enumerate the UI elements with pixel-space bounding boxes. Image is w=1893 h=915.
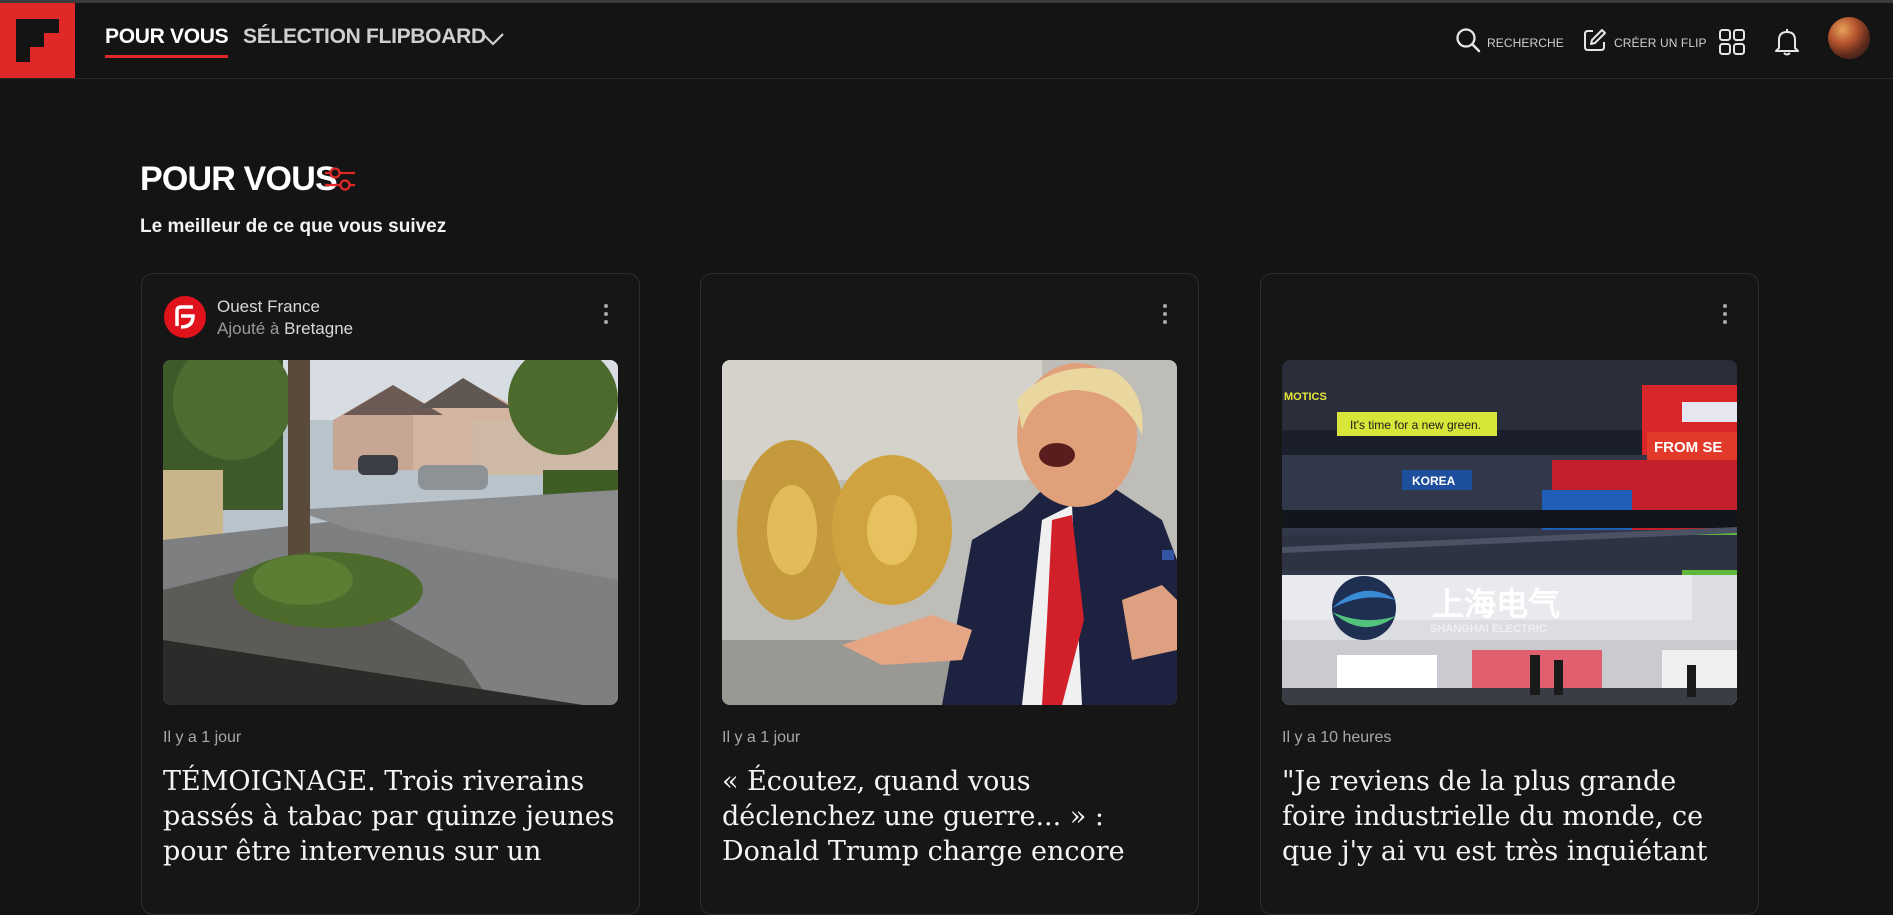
image-motics-text: MOTICS (1284, 391, 1327, 403)
tab-pour-vous[interactable]: POUR VOUS (105, 25, 229, 58)
timestamp: Il y a 1 jour (722, 729, 801, 746)
image-from-text: FROM SE (1654, 439, 1722, 456)
image-shanghai-en-text: SHANGHAI ELECTRIC (1430, 623, 1547, 635)
bell-icon[interactable] (1773, 27, 1801, 57)
image-shanghai-cn-text: 上海电气 (1432, 586, 1560, 622)
chevron-down-icon[interactable] (481, 31, 505, 52)
top-navigation-bar: POUR VOUS SÉLECTION FLIPBOARD RECHERCHE … (0, 3, 1893, 79)
article-card[interactable]: Ouest France Ajouté à Bretagne Il y a 1 … (141, 273, 640, 915)
article-headline[interactable]: « Écoutez, quand vous déclenchez une gue… (722, 764, 1177, 869)
filter-settings-icon[interactable] (323, 164, 357, 199)
search-icon (1455, 27, 1481, 58)
article-image[interactable] (722, 360, 1177, 705)
grid-icon[interactable] (1718, 28, 1746, 56)
image-banner-text: It's time for a new green. (1350, 418, 1481, 432)
article-image[interactable]: It's time for a new green. MOTICS FROM S… (1282, 360, 1737, 705)
timestamp: Il y a 1 jour (163, 729, 242, 746)
page-subtitle: Le meilleur de ce que vous suivez (140, 216, 447, 237)
source-name[interactable]: Ouest France (217, 297, 320, 317)
ouest-france-logo-icon[interactable] (164, 296, 206, 338)
more-options-icon[interactable] (1162, 304, 1168, 328)
create-flip-button[interactable]: CRÉER UN FLIP (1582, 27, 1707, 58)
timestamp: Il y a 10 heures (1282, 729, 1392, 746)
search-button[interactable]: RECHERCHE (1455, 27, 1564, 58)
image-korea-text: KOREA (1412, 474, 1456, 488)
article-headline[interactable]: TÉMOIGNAGE. Trois riverains passés à tab… (163, 764, 618, 869)
article-image[interactable] (163, 360, 618, 705)
magazine-link[interactable]: Bretagne (284, 319, 353, 338)
more-options-icon[interactable] (1722, 304, 1728, 328)
added-prefix: Ajouté à (217, 319, 280, 338)
tab-selection-flipboard[interactable]: SÉLECTION FLIPBOARD (243, 25, 486, 49)
article-card[interactable]: Il y a 1 jour « Écoutez, quand vous décl… (700, 273, 1199, 915)
article-card[interactable]: It's time for a new green. MOTICS FROM S… (1260, 273, 1759, 915)
create-flip-label: CRÉER UN FLIP (1614, 35, 1707, 50)
search-label: RECHERCHE (1487, 35, 1564, 50)
edit-icon (1582, 27, 1608, 58)
article-headline[interactable]: "Je reviens de la plus grande foire indu… (1282, 764, 1737, 869)
flipboard-logo-icon[interactable] (0, 3, 75, 78)
avatar[interactable] (1828, 17, 1870, 59)
page-title: POUR VOUS (140, 160, 338, 198)
more-options-icon[interactable] (603, 304, 609, 328)
added-to-label: Ajouté à Bretagne (217, 319, 353, 339)
